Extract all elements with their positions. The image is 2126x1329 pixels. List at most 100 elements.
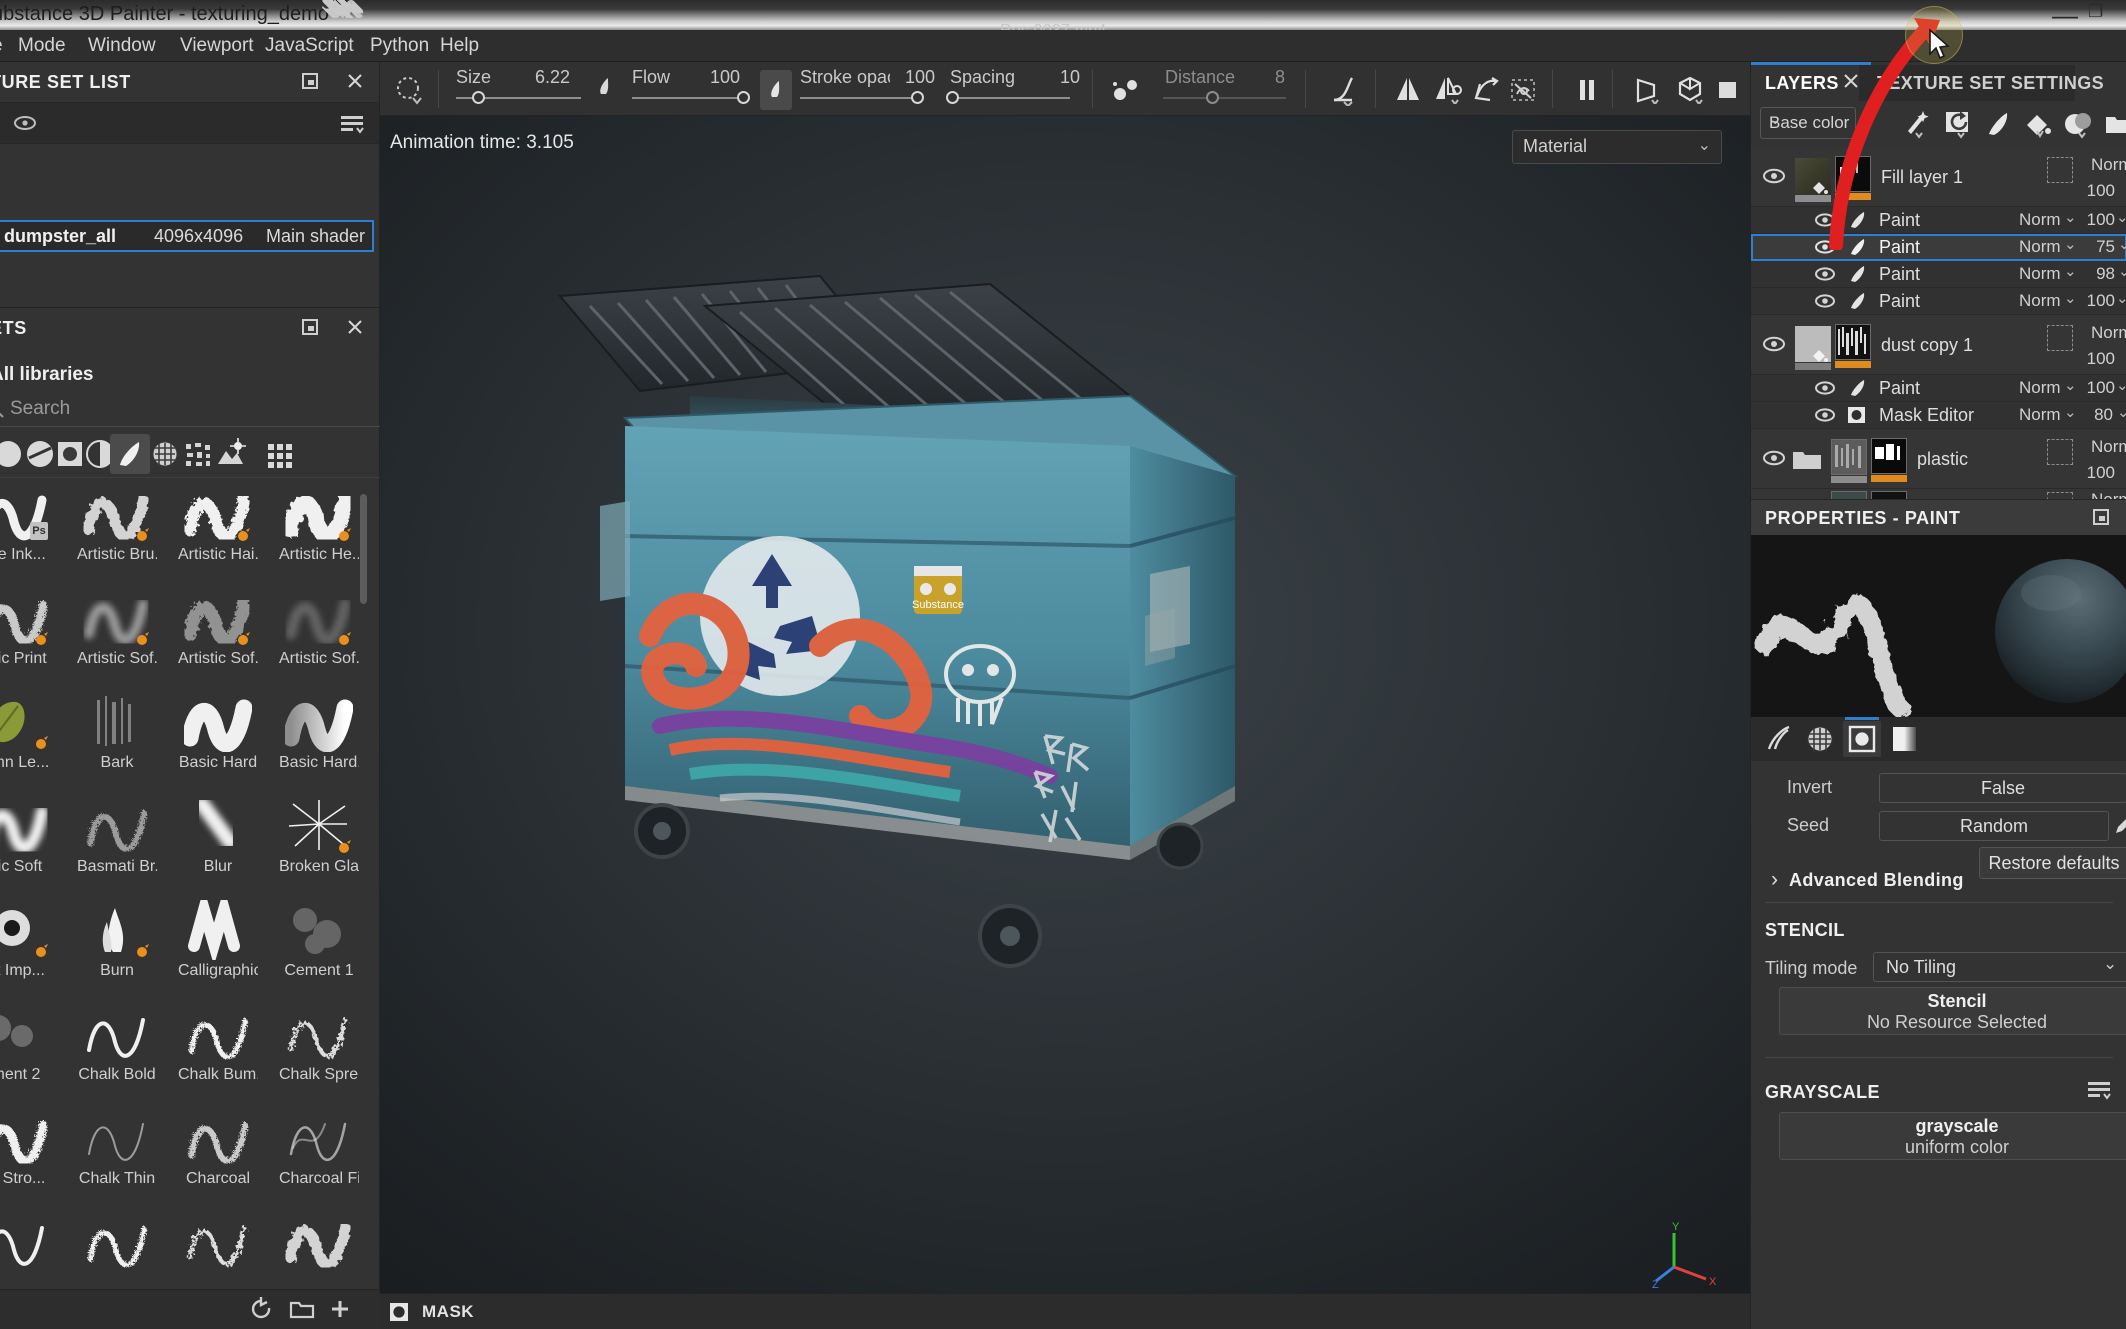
brush-asset-item[interactable]: Blur [184, 796, 252, 875]
layer-opacity[interactable]: 100 [2075, 378, 2115, 398]
size-pressure-icon[interactable] [595, 76, 615, 98]
layer-mask-thumbnail[interactable] [1871, 438, 1907, 474]
chevron-right-icon[interactable]: › [1771, 868, 1778, 892]
layer-opacity[interactable]: 100 [2075, 291, 2115, 311]
brush-asset-item[interactable]: Chalk Spre... [279, 1004, 359, 1083]
chevron-down-icon[interactable]: ⌄ [2103, 954, 2117, 974]
square-view-icon[interactable] [1716, 79, 1740, 101]
layer-blend-mode[interactable]: Norm [2019, 237, 2061, 257]
brush-asset-item[interactable]: Artistic He... [279, 484, 359, 563]
brush-asset-item[interactable]: ment 2 [0, 1004, 50, 1083]
brush-asset-item[interactable]: Artistic Hai... [178, 484, 258, 563]
brush-asset-item[interactable]: Charcoal [184, 1108, 252, 1187]
axis-gizmo[interactable]: Y X Z [1652, 1219, 1722, 1289]
brush-asset-grid[interactable]: Ps ive Ink... Artistic Bru... Artistic Ha… [0, 484, 372, 1324]
chevron-down-icon[interactable]: ⌄ [2118, 235, 2126, 253]
close-icon[interactable] [345, 317, 365, 343]
chevron-down-icon[interactable]: ⌄ [2116, 289, 2126, 307]
toolbar-value-spacing[interactable]: 10 [1020, 67, 1080, 88]
layer-row-dust-copy-1[interactable]: dust copy 1 Norm 100 [1751, 315, 2126, 375]
brush-asset-item[interactable]: umn Le... [0, 692, 50, 771]
layer-opacity[interactable]: 100 [2069, 463, 2115, 483]
restore-defaults-button[interactable]: Restore defaults [1979, 847, 2126, 879]
size-slider-knob[interactable] [472, 91, 485, 104]
eye-icon[interactable] [12, 112, 38, 140]
brush-asset-item[interactable]: Chalk Bold [78, 1004, 156, 1083]
brush-asset-item[interactable]: Artistic Bru... [77, 484, 157, 563]
cube-view-icon[interactable] [1676, 76, 1708, 104]
eye-icon[interactable] [1813, 291, 1837, 317]
layer-row-partial[interactable]: Norm [1751, 489, 2126, 499]
layer-row-paint-5[interactable]: Paint Norm ⌄ 100 ⌄ [1751, 375, 2126, 402]
layer-name[interactable]: Paint [1879, 237, 1920, 258]
brush-asset-item[interactable]: et Imp... [0, 900, 50, 979]
layer-name[interactable]: Fill layer 1 [1881, 167, 1963, 188]
layer-mask-thumbnail[interactable] [1835, 156, 1871, 192]
layer-blend-mode[interactable]: Norm [2019, 264, 2061, 284]
layer-opacity[interactable]: 100 [2069, 181, 2115, 201]
eye-icon[interactable] [1813, 237, 1837, 263]
list-menu-icon[interactable] [339, 113, 365, 141]
toolbar-value-size[interactable]: 6.22 [510, 67, 570, 88]
layer-effect-slot[interactable] [2047, 439, 2073, 465]
add-folder-icon[interactable] [2103, 109, 2126, 145]
camera-perspective-icon[interactable] [1632, 76, 1664, 104]
dock-icon[interactable] [300, 71, 320, 97]
add-effect-icon[interactable] [1903, 109, 1933, 145]
layer-blend-mode[interactable]: Norm [2019, 405, 2061, 425]
layer-name[interactable]: Paint [1879, 264, 1920, 285]
gradient-tab-icon[interactable] [1885, 721, 1923, 757]
brush-asset-item[interactable]: Broken Gla... [279, 796, 359, 875]
falloff-curve-icon[interactable] [1328, 74, 1360, 106]
list-menu-icon[interactable] [2086, 1080, 2112, 1108]
texture-set-row[interactable]: dumpster_all 4096x4096 Main shader [0, 220, 374, 252]
menu-item-window[interactable]: Window [88, 35, 156, 57]
layer-effect-slot[interactable] [2047, 492, 2073, 499]
add-fill-layer-icon[interactable] [1943, 109, 1973, 145]
layer-effect-slot[interactable] [2047, 157, 2073, 183]
layer-content-thumbnail[interactable] [1831, 439, 1867, 475]
layer-blend-mode[interactable]: Norm [2091, 323, 2126, 343]
refresh-icon[interactable] [248, 1296, 276, 1328]
eye-icon[interactable] [1813, 264, 1837, 290]
chevron-down-icon[interactable]: ⌄ [2117, 403, 2126, 421]
assets-search-field[interactable]: Search [0, 394, 286, 426]
distance-slider-knob[interactable] [1206, 91, 1219, 104]
layer-name[interactable]: Paint [1879, 210, 1920, 231]
brush-asset-item[interactable]: Basic Hard [179, 692, 257, 771]
stencil-resource-slot[interactable]: Stencil No Resource Selected [1779, 987, 2126, 1035]
stroke-tab-icon[interactable] [1761, 721, 1799, 757]
eye-icon[interactable] [1761, 165, 1787, 193]
chevron-down-icon[interactable]: ⌄ [2116, 208, 2126, 226]
invert-field[interactable]: False [1879, 773, 2126, 803]
brush-asset-item[interactable] [285, 1212, 353, 1272]
add-fill-icon[interactable] [2023, 109, 2053, 145]
layer-blend-mode[interactable]: Norm [2019, 378, 2061, 398]
seed-field[interactable]: Random [1879, 811, 2109, 841]
brush-asset-item[interactable] [0, 1212, 50, 1272]
eye-icon[interactable] [1761, 333, 1787, 361]
viewport-material-dropdown[interactable]: Material ⌄ [1512, 130, 1722, 164]
projection-icon[interactable] [1472, 76, 1502, 104]
brush-asset-item[interactable]: Basic Hard... [279, 692, 359, 771]
eye-icon[interactable] [1813, 405, 1837, 431]
assets-library-selector[interactable]: All libraries [0, 364, 94, 386]
layer-row-paint-3[interactable]: Paint Norm ⌄ 98 ⌄ [1751, 261, 2126, 288]
eye-icon[interactable] [1761, 447, 1787, 475]
close-icon[interactable] [1841, 71, 1861, 97]
layer-mask-thumbnail[interactable] [1871, 491, 1907, 499]
brush-asset-item[interactable] [184, 1212, 252, 1272]
layer-name[interactable]: dust copy 1 [1881, 335, 1973, 356]
menu-item-javascript[interactable]: JavaScript [265, 35, 354, 57]
spacing-slider-knob[interactable] [946, 91, 959, 104]
brush-asset-item[interactable] [83, 1212, 151, 1272]
toolbar-value-flow[interactable]: 100 [680, 67, 740, 88]
grayscale-resource-slot[interactable]: grayscale uniform color [1779, 1112, 2126, 1160]
layer-row-plastic-folder[interactable]: plastic Norm 100 [1751, 429, 2126, 489]
tab-layers[interactable]: LAYERS [1765, 73, 1839, 94]
grid-view-icon[interactable] [258, 434, 298, 474]
chevron-down-icon[interactable]: ⌄ [2118, 262, 2126, 280]
layer-effect-slot[interactable] [2047, 325, 2073, 351]
flow-slider-knob[interactable] [737, 91, 750, 104]
brush-asset-item[interactable]: Cement 1 [284, 900, 354, 979]
